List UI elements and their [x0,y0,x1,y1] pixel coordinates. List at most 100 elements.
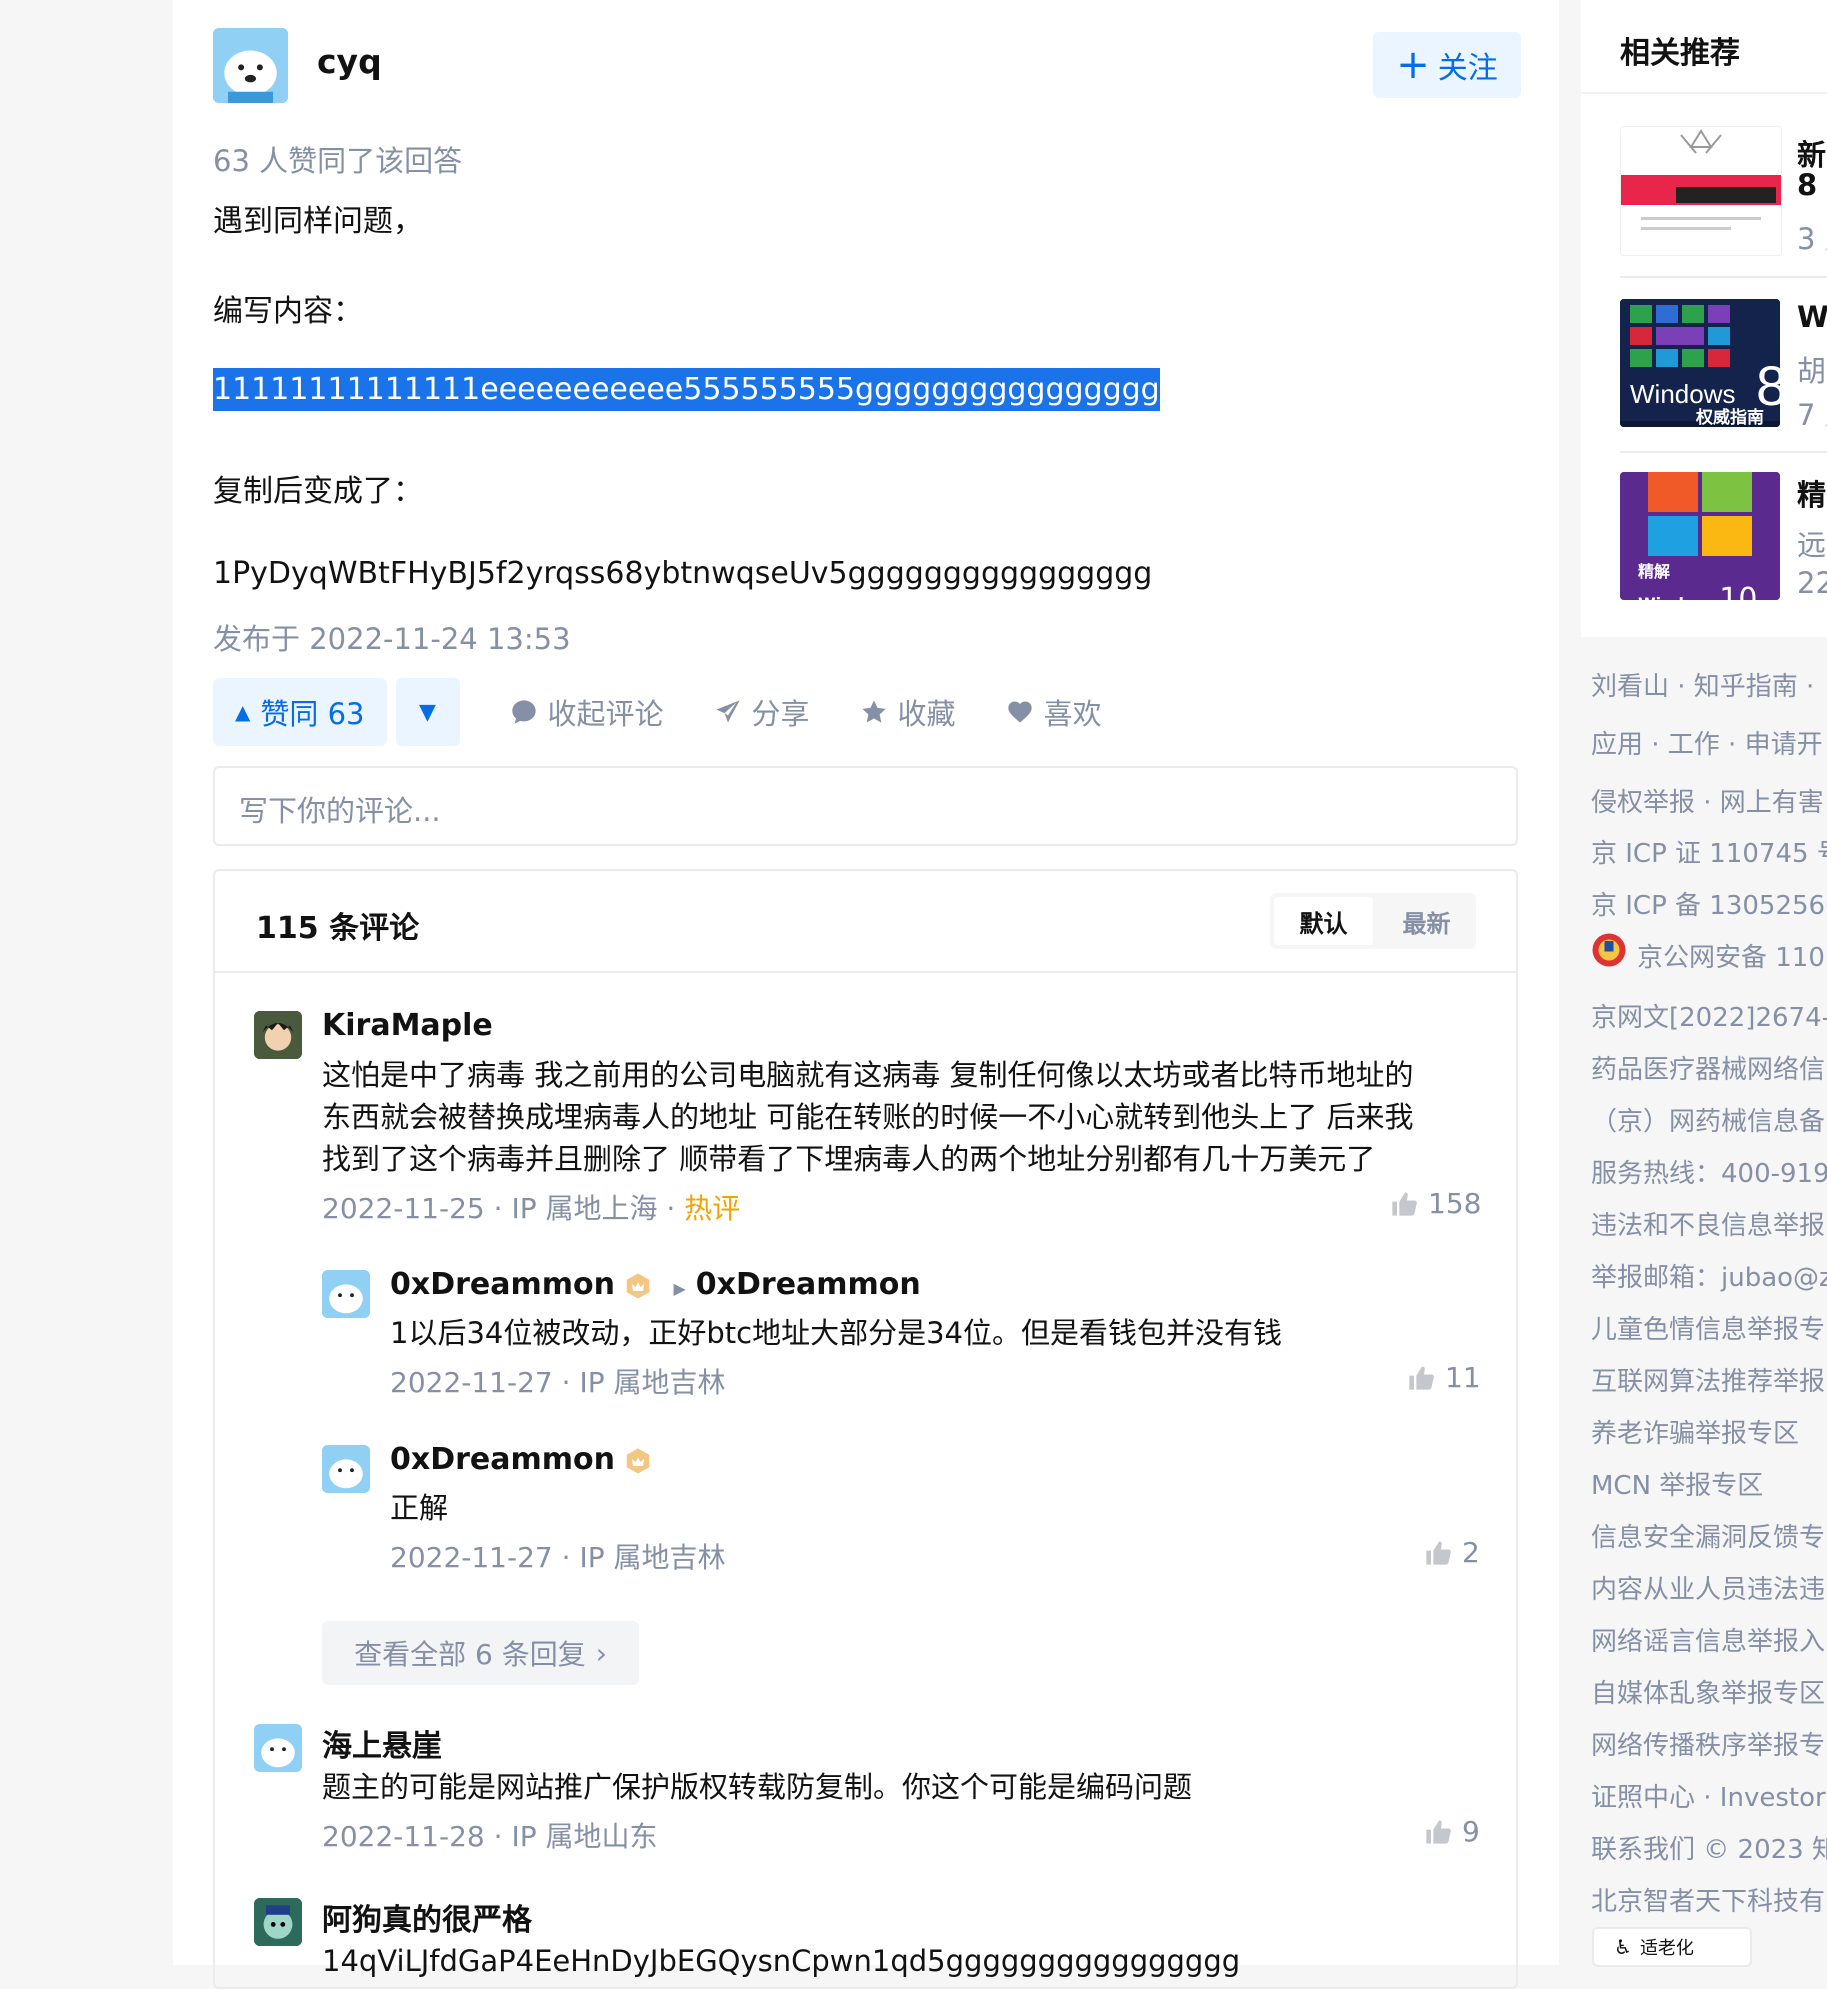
downvote-button[interactable]: ▼ [395,678,460,746]
favorite-label: 收藏 [897,697,956,731]
share-button[interactable]: 分享 [714,691,810,733]
footer-link[interactable]: 京 ICP 证 110745 号 [1591,833,1827,870]
divider [1581,92,1827,94]
thumbs-up-icon [1426,1819,1451,1844]
comment-bubble-icon [511,700,536,724]
avatar[interactable] [254,1724,302,1772]
publish-time: 发布于 2022-11-24 13:53 [213,622,571,656]
divider [1620,276,1827,278]
book-cover[interactable] [1620,126,1782,256]
book-meta: 7 人 [1797,398,1827,432]
footer-link[interactable]: 网络传播秩序举报专 [1591,1725,1825,1762]
comment-text: 14qViLJfdGaP4EeHnDyJbEGQysnCpwn1qd5ggggg… [322,1944,1241,1978]
result-text: 1PyDyqWBtFHyBJ5f2yrqss68ybtnwqseUv5ggggg… [213,556,1153,591]
like-label: 喜欢 [1043,697,1102,731]
like-count: 11 [1445,1361,1481,1394]
comment-author[interactable]: 0xDreammon [390,1442,615,1477]
collapse-comments-label: 收起评论 [547,697,664,731]
comment-like-button[interactable]: 158 [1390,1187,1481,1220]
footer-link[interactable]: （京）网药械信息备 [1591,1101,1825,1138]
like-button[interactable]: 喜欢 [1006,691,1102,733]
collapse-comments-button[interactable]: 收起评论 [510,691,664,733]
comment-text: 题主的可能是网站推广保护版权转载防复制。你这个可能是编码问题 [322,1770,1193,1804]
footer-link[interactable]: 刘看山 · 知乎指南 · [1591,666,1814,703]
elder-mode-button[interactable]: ♿ 适老化 [1592,1927,1752,1967]
footer-link[interactable]: 内容从业人员违法违 [1591,1569,1825,1606]
crown-badge-icon [626,1448,650,1473]
reply-to-author[interactable]: 0xDreammon [696,1267,921,1302]
footer-link[interactable]: 京 ICP 备 13052560 [1591,885,1827,922]
comment-author[interactable]: 0xDreammon [390,1267,615,1302]
avatar[interactable] [322,1445,370,1493]
comment-date: 2022-11-27 [390,1366,553,1399]
footer-link[interactable]: 北京智者天下科技有 [1591,1881,1825,1918]
comment-author[interactable]: 海上悬崖 [322,1721,442,1765]
crown-badge-icon [626,1273,650,1298]
footer-link[interactable]: 互联网算法推荐举报 [1591,1361,1825,1398]
comment-text: 正解 [390,1491,449,1525]
sort-default[interactable]: 默认 [1274,897,1373,945]
reply-arrow-icon: ▶ [673,1279,686,1298]
like-count: 2 [1462,1536,1480,1569]
book-cover[interactable]: 精解Windows10 [1620,472,1780,600]
book-title-line2[interactable]: 8 [1797,168,1817,202]
avatar[interactable] [322,1270,370,1318]
footer-link[interactable]: 京公网安备 1101 [1637,937,1827,974]
follow-button[interactable]: + 关注 [1373,32,1521,98]
comment-author[interactable]: 阿狗真的很严格 [322,1895,532,1939]
star-icon [861,700,886,723]
comment-date: 2022-11-28 [322,1820,485,1853]
comment-like-button[interactable]: 11 [1407,1361,1481,1394]
author-name[interactable]: cyq [317,42,382,81]
sort-newest[interactable]: 最新 [1377,893,1476,949]
divider [1620,451,1827,453]
paper-plane-icon [715,700,740,723]
book-title[interactable]: W [1797,300,1827,334]
sort-toggle: 默认 最新 [1270,893,1476,949]
view-all-replies-label: 查看全部 6 条回复 [354,1638,586,1671]
comment-line: 这怕是中了病毒 我之前用的公司电脑就有这病毒 复制任何像以太坊或者比特币地址的 [322,1058,1414,1092]
book-cover[interactable]: Windows 8 权威指南 [1620,299,1780,427]
comment-line: 找到了这个病毒并且删除了 顺带看了下埋病毒人的两个地址分别都有几十万美元了 [322,1142,1376,1176]
like-count: 158 [1428,1187,1482,1220]
thumbs-up-icon [1426,1540,1451,1565]
comment-like-button[interactable]: 2 [1424,1536,1480,1569]
footer-link[interactable]: 药品医疗器械网络信 [1591,1049,1825,1086]
cover-title: 精解Windows10 [1638,562,1758,600]
avatar[interactable] [254,1011,302,1059]
upvote-button[interactable]: ▲ 赞同 63 [213,678,387,746]
author-avatar[interactable] [213,28,288,103]
avatar[interactable] [254,1898,302,1946]
footer-link[interactable]: 证照中心 · Investor [1591,1777,1826,1814]
hot-badge: 热评 [684,1192,741,1225]
book-meta: 22 [1797,566,1827,600]
footer-link[interactable]: 举报邮箱：jubao@z [1591,1257,1827,1294]
comment-like-button[interactable]: 9 [1424,1815,1480,1848]
footer-link[interactable]: MCN 举报专区 [1591,1465,1763,1502]
cover-subtitle: 权威指南 [1696,408,1764,427]
footer-link[interactable]: 信息安全漏洞反馈专 [1591,1517,1825,1554]
book-title[interactable]: 精 [1797,472,1826,514]
footer-link[interactable]: 儿童色情信息举报专 [1591,1309,1825,1346]
comment-text: 1以后34位被改动，正好btc地址大部分是34位。但是看钱包并没有钱 [390,1316,1282,1350]
selection-highlight: 11111111111111eeeeeeeeeee555555555gggggg… [213,368,1160,411]
selected-text[interactable]: 11111111111111eeeeeeeeeee555555555gggggg… [213,368,1160,411]
comment-input[interactable]: 写下你的评论... [213,766,1518,846]
reply-header: 0xDreammon ▶ 0xDreammon [390,1267,921,1302]
footer-link[interactable]: 京网文[2022]2674-0 [1591,997,1827,1034]
footer-link[interactable]: 侵权举报 · 网上有害 [1591,782,1824,819]
footer-link[interactable]: 自媒体乱象举报专区 [1591,1673,1825,1710]
footer-link[interactable]: 违法和不良信息举报 [1591,1205,1825,1242]
footer-link[interactable]: 网络谣言信息举报入 [1591,1621,1825,1658]
footer-link[interactable]: 应用 · 工作 · 申请开 [1591,724,1823,761]
answer-paragraph: 编写内容： [213,294,363,329]
footer-link[interactable]: 养老诈骗举报专区 [1591,1413,1799,1450]
footer-link[interactable]: 服务热线：400-919 [1591,1153,1827,1190]
footer-link[interactable]: 联系我们 © 2023 知 [1591,1829,1827,1866]
upvote-info: 63 人赞同了该回答 [213,144,463,178]
comments-header: 115 条评论 默认 最新 [215,871,1516,973]
comment-author[interactable]: KiraMaple [322,1008,493,1043]
comment-ip: IP 属地吉林 [579,1366,726,1399]
view-all-replies-button[interactable]: 查看全部 6 条回复 › [322,1621,639,1685]
favorite-button[interactable]: 收藏 [860,691,956,733]
